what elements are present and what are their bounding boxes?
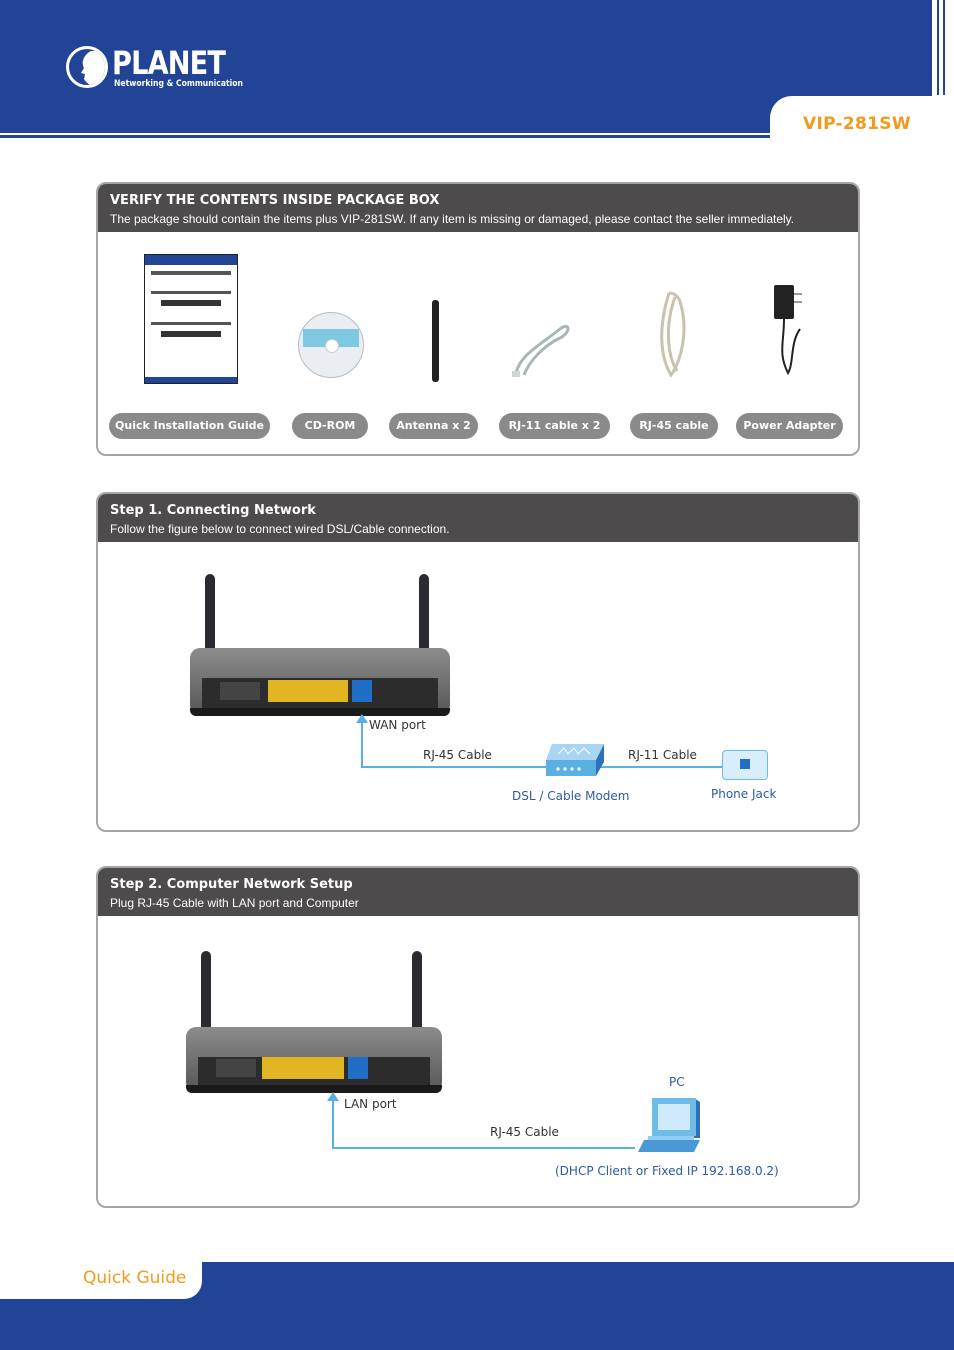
rj11-cable-label: RJ-11 Cable — [628, 748, 697, 762]
footer-decor-line — [16, 1300, 18, 1350]
panel-header: VERIFY THE CONTENTS INSIDE PACKAGE BOX T… — [98, 184, 858, 232]
lan-ports — [268, 680, 348, 702]
router-image — [186, 951, 442, 1095]
model-name: VIP-281SW — [803, 114, 911, 134]
arrow-up-icon — [356, 714, 368, 723]
cable-line — [332, 1100, 334, 1149]
panel-subtitle: Plug RJ-45 Cable with LAN port and Compu… — [110, 896, 359, 910]
cd-icon — [298, 312, 364, 378]
panel-header: Step 1. Connecting Network Follow the fi… — [98, 494, 858, 542]
planet-logo-icon — [66, 46, 108, 88]
wan-port-label: WAN port — [369, 718, 426, 732]
panel-header: Step 2. Computer Network Setup Plug RJ-4… — [98, 868, 858, 916]
header-decor-line — [937, 0, 939, 95]
footer-label: Quick Guide — [83, 1268, 187, 1288]
rj45-cable-label: RJ-45 Cable — [490, 1125, 559, 1139]
router-image — [190, 574, 450, 720]
wan-port — [352, 680, 372, 702]
header-divider — [0, 135, 770, 138]
item-label-power-adapter: Power Adapter — [736, 413, 843, 439]
pc-icon — [638, 1098, 700, 1152]
power-adapter-icon — [774, 285, 802, 376]
lan-port-label: LAN port — [344, 1097, 397, 1111]
modem-label: DSL / Cable Modem — [512, 789, 630, 803]
phone-jack-label: Phone Jack — [711, 787, 777, 801]
panel-subtitle: The package should contain the items plu… — [110, 212, 795, 226]
wan-port — [348, 1057, 368, 1079]
panel-subtitle: Follow the figure below to connect wired… — [110, 522, 450, 536]
item-label-quick-installation-guide: Quick Installation Guide — [109, 413, 270, 439]
cable-line — [332, 1147, 635, 1149]
panel-title: Step 1. Connecting Network — [110, 503, 316, 518]
antenna-icon — [432, 300, 439, 382]
footer-decor-line — [22, 1300, 24, 1350]
arrow-up-icon — [327, 1092, 339, 1101]
phone-jack-icon — [722, 750, 768, 780]
brand-tagline: Networking & Communication — [114, 79, 243, 89]
item-label-rj45-cable: RJ-45 cable — [630, 413, 718, 439]
lan-ports — [262, 1057, 344, 1079]
item-label-cd-rom: CD-ROM — [292, 413, 368, 439]
rj11-cable-icon — [512, 324, 570, 377]
document-icon — [144, 254, 238, 384]
header-decor-line — [943, 0, 945, 95]
item-label-rj11-cable: RJ-11 cable x 2 — [499, 413, 610, 439]
panel-title: VERIFY THE CONTENTS INSIDE PACKAGE BOX — [110, 193, 440, 208]
rj45-cable-icon — [660, 291, 686, 378]
pc-label: PC — [669, 1075, 685, 1089]
panel-title: Step 2. Computer Network Setup — [110, 877, 353, 892]
brand-logo: PLANET — [112, 44, 226, 82]
item-label-antenna: Antenna x 2 — [389, 413, 478, 439]
rj45-cable-label: RJ-45 Cable — [423, 748, 492, 762]
cable-line — [600, 766, 722, 768]
pc-ip-note: (DHCP Client or Fixed IP 192.168.0.2) — [555, 1164, 779, 1178]
modem-icon — [546, 744, 604, 776]
cable-line — [361, 722, 363, 767]
cable-line — [361, 766, 546, 768]
